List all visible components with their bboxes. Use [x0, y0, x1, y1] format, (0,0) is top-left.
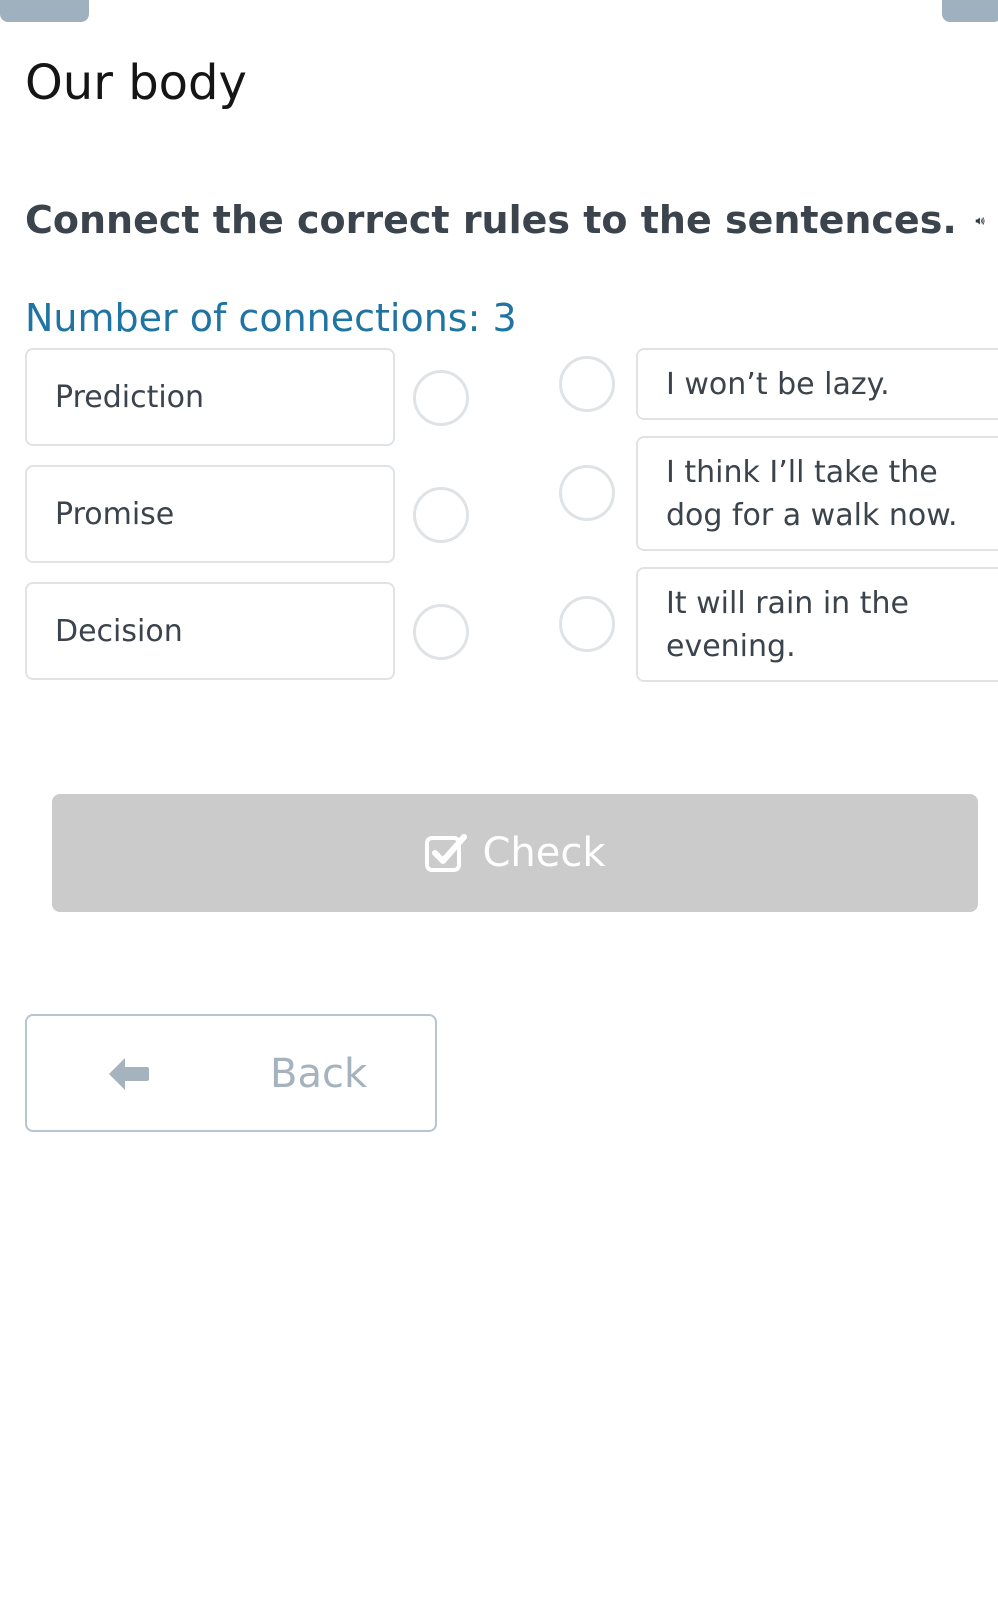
left-connector-radio[interactable] — [413, 370, 469, 426]
left-item-prediction[interactable]: Prediction — [25, 348, 395, 446]
top-tab-left[interactable] — [0, 0, 89, 22]
right-item-sentence-3[interactable]: It will rain in the evening. — [636, 567, 998, 682]
arrow-left-icon — [109, 1058, 149, 1090]
speaker-icon[interactable] — [975, 200, 985, 242]
left-connector-radio[interactable] — [413, 604, 469, 660]
left-connector-radio[interactable] — [413, 487, 469, 543]
instruction-row: Connect the correct rules to the sentenc… — [25, 198, 985, 244]
check-button-label: Check — [482, 830, 606, 876]
back-button-label: Back — [270, 1051, 368, 1097]
connections-count: Number of connections: 3 — [25, 296, 517, 340]
check-square-icon — [425, 834, 468, 872]
right-item-label: I think I’ll take the dog for a walk now… — [666, 454, 958, 533]
left-item-label: Prediction — [55, 379, 205, 415]
instruction-text: Connect the correct rules to the sentenc… — [25, 198, 957, 242]
right-connector-radio[interactable] — [559, 356, 615, 412]
right-connector-radio[interactable] — [559, 465, 615, 521]
top-tab-right[interactable] — [942, 0, 998, 22]
left-item-decision[interactable]: Decision — [25, 582, 395, 680]
check-button[interactable]: Check — [52, 794, 978, 912]
back-button[interactable]: Back — [25, 1014, 437, 1132]
right-item-label: I won’t be lazy. — [666, 366, 890, 402]
left-item-label: Decision — [55, 613, 183, 649]
right-item-sentence-2[interactable]: I think I’ll take the dog for a walk now… — [636, 436, 998, 551]
left-item-label: Promise — [55, 496, 175, 532]
page-title: Our body — [25, 55, 247, 111]
right-item-label: It will rain in the evening. — [666, 585, 909, 664]
left-item-promise[interactable]: Promise — [25, 465, 395, 563]
right-connector-radio[interactable] — [559, 596, 615, 652]
right-item-sentence-1[interactable]: I won’t be lazy. — [636, 348, 998, 420]
